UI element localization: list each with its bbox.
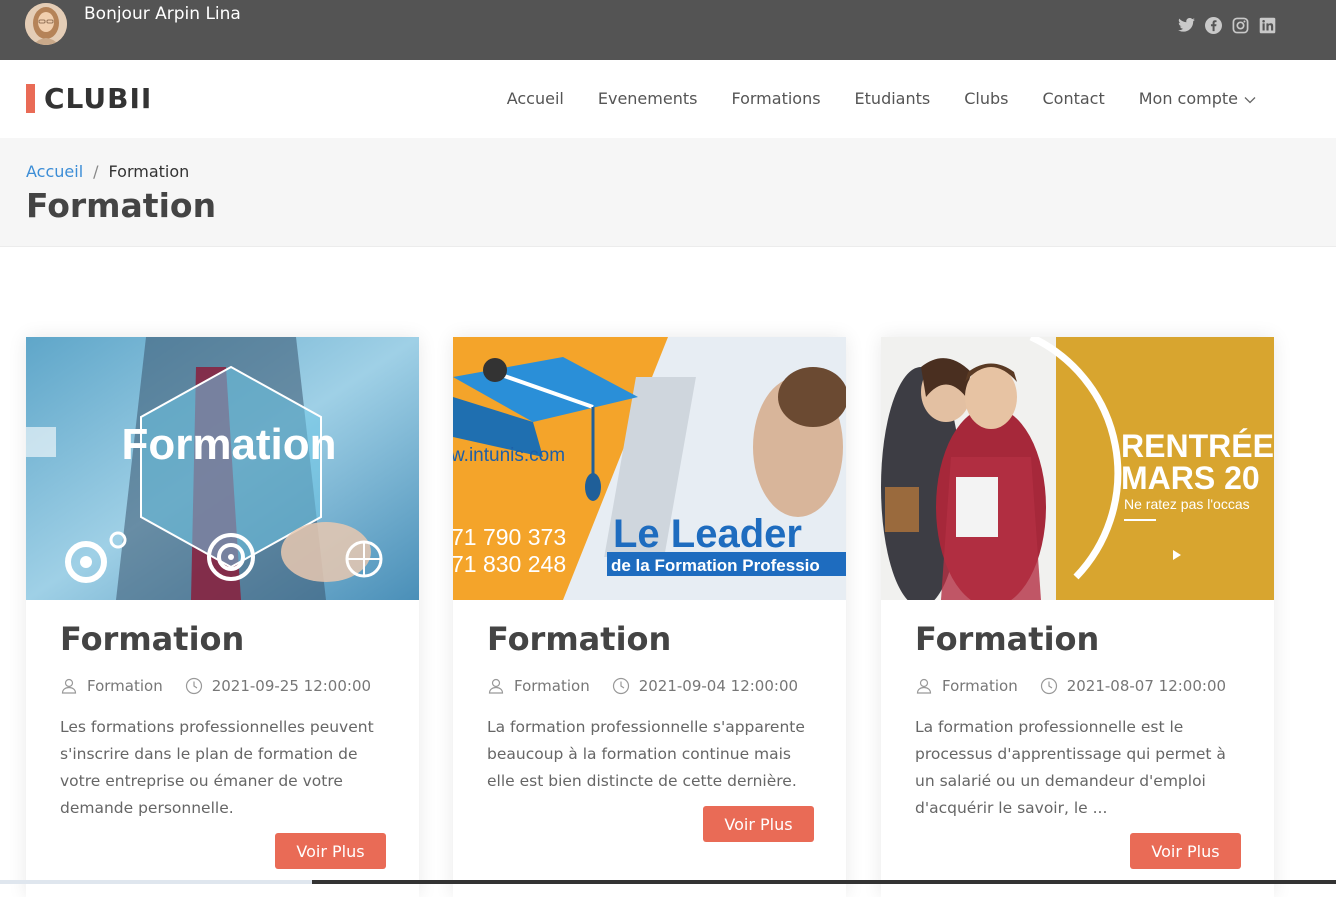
- card-image-phone2: 71 830 248: [453, 551, 566, 577]
- nav-item-accueil[interactable]: Accueil: [490, 88, 581, 110]
- formation-card: w.intunis.com 71 790 373 71 830 248 Le L…: [453, 337, 846, 897]
- card-meta: Formation 2021-09-25 12:00:00: [60, 677, 371, 695]
- card-image-leader: Le Leader: [613, 512, 802, 556]
- breadcrumb-separator: /: [93, 162, 99, 181]
- top-bar: Bonjour Arpin Lina: [0, 0, 1336, 60]
- user-icon: [60, 677, 78, 695]
- card-description: La formation professionnelle s'apparente…: [487, 718, 805, 790]
- nav-item-evenements[interactable]: Evenements: [581, 88, 715, 110]
- nav-item-mon-compte[interactable]: Mon compte: [1122, 88, 1256, 110]
- clock-icon: [1040, 677, 1058, 695]
- formation-card: RENTRÉE MARS 20 Ne ratez pas l'occas For…: [881, 337, 1274, 897]
- card-image-line1: RENTRÉE: [1121, 428, 1274, 464]
- avatar[interactable]: [25, 3, 67, 45]
- card-meta: Formation 2021-09-04 12:00:00: [487, 677, 798, 695]
- nav-item-mon-compte-label: Mon compte: [1138, 89, 1238, 108]
- card-date: 2021-09-25 12:00:00: [211, 677, 372, 695]
- voir-plus-button[interactable]: Voir Plus: [275, 833, 386, 869]
- card-image-line2: MARS 20: [1121, 460, 1260, 496]
- card-image-line3: Ne ratez pas l'occas: [1124, 496, 1250, 512]
- user-icon: [915, 677, 933, 695]
- card-title[interactable]: Formation: [915, 620, 1099, 658]
- window-bottom-edge: [0, 880, 1336, 884]
- greeting-text: Bonjour Arpin Lina: [84, 4, 241, 24]
- logo-accent-bar: [26, 84, 35, 113]
- page-header: Accueil / Formation Formation: [0, 138, 1336, 247]
- site-header: CLUBII Accueil Evenements Formations Etu…: [0, 60, 1336, 138]
- card-image-sub: de la Formation Professio: [611, 556, 820, 575]
- user-icon: [487, 677, 505, 695]
- card-image[interactable]: Formation: [26, 337, 419, 600]
- card-image-url: w.intunis.com: [453, 445, 565, 466]
- voir-plus-button[interactable]: Voir Plus: [703, 806, 814, 842]
- voir-plus-button[interactable]: Voir Plus: [1130, 833, 1241, 869]
- card-date: 2021-09-04 12:00:00: [638, 677, 799, 695]
- card-title[interactable]: Formation: [487, 620, 671, 658]
- card-meta: Formation 2021-08-07 12:00:00: [915, 677, 1226, 695]
- nav-item-clubs[interactable]: Clubs: [947, 88, 1025, 110]
- card-image-text: Formation: [121, 420, 336, 469]
- linkedin-icon[interactable]: [1258, 16, 1276, 34]
- card-image-phone1: 71 790 373: [453, 524, 566, 550]
- nav-item-etudiants[interactable]: Etudiants: [838, 88, 948, 110]
- formation-card: Formation Formation Formation 2021-09-25…: [26, 337, 419, 897]
- chevron-down-icon: [1244, 88, 1256, 110]
- card-category: Formation: [942, 677, 1018, 695]
- twitter-icon[interactable]: [1177, 16, 1195, 34]
- card-image[interactable]: RENTRÉE MARS 20 Ne ratez pas l'occas: [881, 337, 1274, 600]
- nav-item-formations[interactable]: Formations: [714, 88, 837, 110]
- card-category: Formation: [87, 677, 163, 695]
- card-description: La formation professionnelle est le proc…: [915, 718, 1226, 817]
- breadcrumb: Accueil / Formation: [26, 162, 189, 181]
- nav-item-contact[interactable]: Contact: [1025, 88, 1121, 110]
- clock-icon: [185, 677, 203, 695]
- page-title: Formation: [26, 186, 217, 225]
- card-description: Les formations professionnelles peuvent …: [60, 718, 374, 817]
- breadcrumb-current: Formation: [108, 162, 190, 181]
- card-image[interactable]: w.intunis.com 71 790 373 71 830 248 Le L…: [453, 337, 846, 600]
- facebook-icon[interactable]: [1204, 16, 1222, 34]
- social-links: [1177, 16, 1276, 34]
- main-nav: Accueil Evenements Formations Etudiants …: [490, 88, 1256, 110]
- breadcrumb-home-link[interactable]: Accueil: [26, 162, 83, 181]
- instagram-icon[interactable]: [1231, 16, 1249, 34]
- card-title[interactable]: Formation: [60, 620, 244, 658]
- card-category: Formation: [514, 677, 590, 695]
- card-date: 2021-08-07 12:00:00: [1066, 677, 1227, 695]
- site-logo[interactable]: CLUBII: [44, 82, 152, 115]
- clock-icon: [612, 677, 630, 695]
